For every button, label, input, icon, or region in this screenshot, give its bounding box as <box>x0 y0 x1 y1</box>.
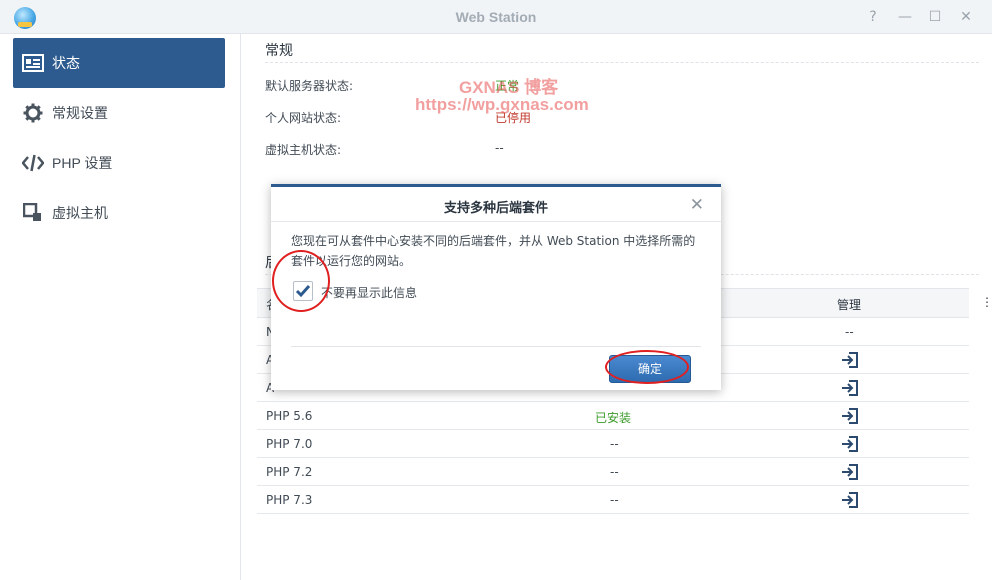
sidebar-item-label: 常规设置 <box>52 105 108 121</box>
dialog-title: 支持多种后端套件 <box>443 201 548 216</box>
table-row[interactable]: PHP 7.0 -- <box>257 430 969 458</box>
dont-show-again-label[interactable]: 不要再显示此信息 <box>321 284 417 301</box>
window-title: Web Station <box>455 9 537 25</box>
help-icon[interactable]: ? <box>865 9 881 25</box>
table-row[interactable]: PHP 5.6 已安装 <box>257 402 969 430</box>
table-row[interactable]: PHP 7.2 -- <box>257 458 969 486</box>
general-section-title: 常规 <box>265 43 293 59</box>
personal-website-status-label: 个人网站状态: <box>265 111 342 125</box>
manage-enter-icon[interactable] <box>841 352 859 368</box>
sidebar-item-php-settings[interactable]: PHP 设置 <box>13 138 225 188</box>
manage-enter-icon[interactable] <box>841 380 859 396</box>
backend-status: 已安装 <box>595 411 632 425</box>
dont-show-again-checkbox[interactable] <box>293 281 313 301</box>
ok-button[interactable]: 确定 <box>609 355 691 383</box>
backend-status: -- <box>610 437 619 451</box>
default-server-status-label: 默认服务器状态: <box>265 79 354 93</box>
code-icon <box>22 152 44 174</box>
sidebar-item-label: 状态 <box>52 55 80 71</box>
manage-enter-icon[interactable] <box>841 464 859 480</box>
manage-enter-icon[interactable] <box>841 408 859 424</box>
gear-icon <box>22 102 44 124</box>
sidebar-item-virtual-host[interactable]: 虚拟主机 <box>13 188 225 238</box>
virtual-host-status-value: -- <box>495 141 504 155</box>
sidebar-item-general-settings[interactable]: 常规设置 <box>13 88 225 138</box>
manage-enter-icon[interactable] <box>841 492 859 508</box>
dialog-close-icon[interactable]: ✕ <box>690 195 704 215</box>
manage-value: -- <box>845 325 854 339</box>
column-header-manage[interactable]: 管理 <box>837 296 861 313</box>
column-options-icon[interactable]: ⋮ <box>981 295 992 309</box>
sidebar-item-label: PHP 设置 <box>52 155 113 171</box>
backend-packages-dialog: 支持多种后端套件 ✕ 您现在可从套件中心安装不同的后端套件，并从 Web Sta… <box>271 184 721 390</box>
backend-status: -- <box>610 493 619 507</box>
dialog-divider <box>271 221 721 222</box>
backend-status: -- <box>610 465 619 479</box>
sidebar-item-label: 虚拟主机 <box>52 205 108 221</box>
backend-name: PHP 7.0 <box>266 437 313 451</box>
table-row[interactable]: PHP 7.3 -- <box>257 486 969 514</box>
checkmark-icon <box>295 285 311 298</box>
sidebar-item-status[interactable]: 状态 <box>13 38 225 88</box>
manage-enter-icon[interactable] <box>841 436 859 452</box>
section-divider <box>265 62 979 63</box>
maximize-icon[interactable]: ☐ <box>927 9 943 25</box>
backend-name: PHP 5.6 <box>266 409 313 423</box>
watermark-url: https://wp.gxnas.com <box>415 95 589 114</box>
sidebar: 状态 常规设置 PHP 设置 虚拟主机 <box>0 34 241 580</box>
backend-name: PHP 7.3 <box>266 493 313 507</box>
status-card-icon <box>22 52 44 74</box>
title-bar: Web Station ? — ☐ ✕ <box>0 0 992 34</box>
dialog-footer-divider <box>291 346 701 347</box>
virtual-host-status-label: 虚拟主机状态: <box>265 143 342 157</box>
backend-name: PHP 7.2 <box>266 465 313 479</box>
minimize-icon[interactable]: — <box>897 9 913 25</box>
dialog-message: 您现在可从套件中心安装不同的后端套件，并从 Web Station 中选择所需的… <box>291 234 696 268</box>
close-icon[interactable]: ✕ <box>958 9 974 25</box>
virtual-host-icon <box>22 202 44 224</box>
